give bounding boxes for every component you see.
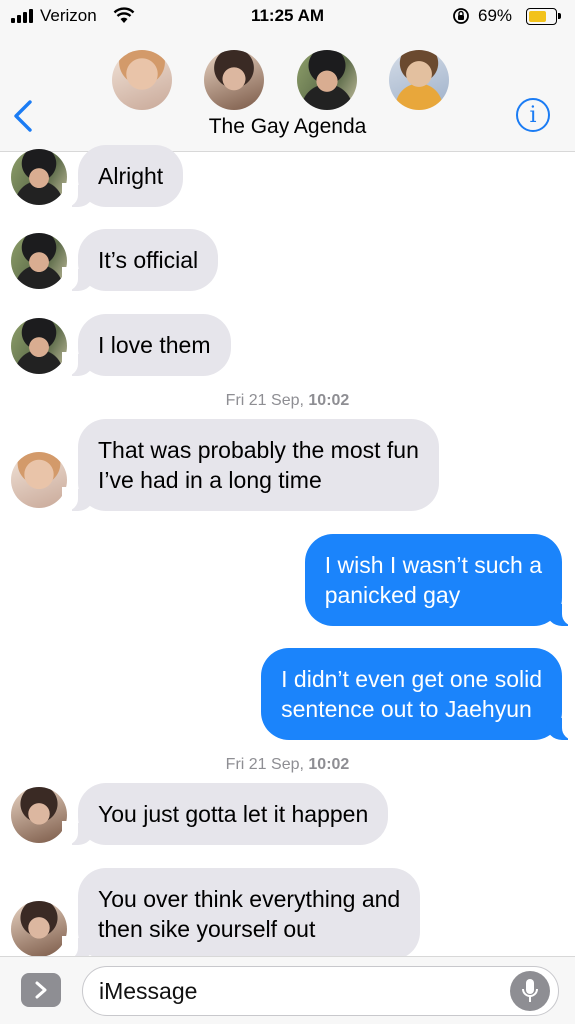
info-glyph: i [529,102,537,128]
group-member-avatar[interactable] [297,50,357,110]
sender-avatar[interactable] [11,149,67,205]
message-bubble-incoming[interactable]: That was probably the most fun I’ve had … [62,419,439,511]
battery-icon [526,8,561,25]
sender-avatar[interactable] [11,787,67,843]
sender-avatar[interactable] [11,233,67,289]
message-timestamp: Fri 21 Sep, 10:02 [0,392,575,410]
group-member-avatar[interactable] [389,50,449,110]
microphone-icon [522,979,538,1002]
group-member-avatar[interactable] [204,50,264,110]
rotation-lock-icon [453,8,469,24]
message-bubble-incoming[interactable]: I love them [62,314,231,376]
message-text: Alright [98,163,164,189]
message-bubble-incoming[interactable]: Alright [61,145,184,207]
battery-percentage: 69% [478,6,513,25]
message-text-line: I’ve had in a long time [98,467,322,493]
message-timestamp: Fri 21 Sep, 10:02 [0,756,575,774]
apps-button[interactable] [21,973,61,1007]
microphone-button[interactable] [510,971,550,1011]
info-icon[interactable]: i [516,98,550,132]
timestamp-time: 10:02 [308,756,350,773]
message-bubble-incoming[interactable]: You over think everything and then sike … [61,868,421,960]
status-bar: Verizon 11:25 AM 69% [0,0,575,34]
message-bubble-outgoing[interactable]: I didn’t even get one solid sentence out… [261,648,575,740]
message-text-line: I didn’t even get one solid [281,666,542,692]
message-text-line: panicked gay [324,582,461,608]
sender-avatar[interactable] [11,452,67,508]
message-text-line: You over think everything and [98,886,401,912]
sender-avatar[interactable] [11,901,67,957]
timestamp-time: 10:02 [308,392,350,409]
message-input-placeholder: iMessage [99,978,198,1004]
message-text-line: That was probably the most fun [98,437,419,463]
message-text: You just gotta let it happen [98,801,369,827]
message-text: I love them [98,332,211,358]
message-text-line: I wish I wasn’t such a [324,552,542,578]
compose-bar: iMessage [0,956,575,1024]
message-bubble-incoming[interactable]: You just gotta let it happen [61,783,389,845]
timestamp-day: Fri 21 Sep, [225,392,304,409]
timestamp-day: Fri 21 Sep, [225,756,304,773]
message-bubble-incoming[interactable]: It’s official [61,229,219,291]
message-bubble-outgoing[interactable]: I wish I wasn’t such a panicked gay [304,534,575,626]
group-title[interactable]: The Gay Agenda [0,115,575,139]
message-input[interactable]: iMessage [82,966,559,1016]
chevron-right-icon [35,981,47,999]
message-text: It’s official [98,247,199,273]
group-member-avatar[interactable] [112,50,172,110]
message-text-line: then sike yourself out [98,916,316,942]
sender-avatar[interactable] [11,318,67,374]
message-text-line: sentence out to Jaehyun [281,696,532,722]
conversation-header: The Gay Agenda i [0,34,575,152]
